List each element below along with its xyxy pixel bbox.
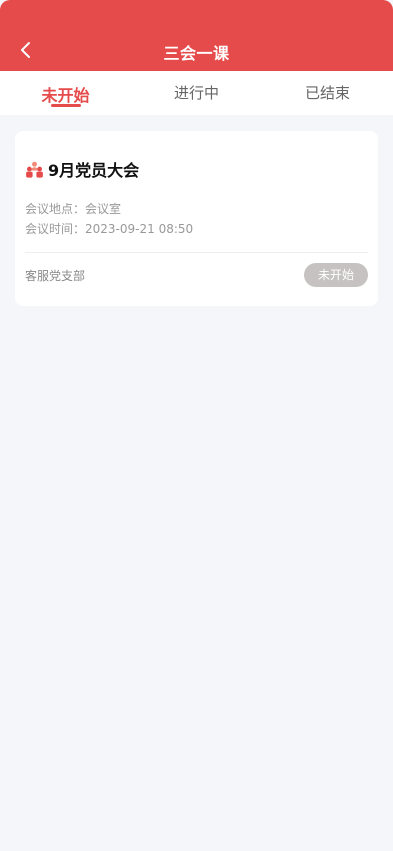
app-screen: 三会一课 未开始 进行中 已结束 9月党员大会 会议地点：会议室 会议时间：20… <box>0 0 393 851</box>
page-title: 三会一课 <box>163 44 230 63</box>
meeting-location: 会议地点：会议室 <box>25 200 121 217</box>
meeting-time: 会议时间：2023-09-21 08:50 <box>25 220 193 237</box>
meeting-title-row: 9月党员大会 <box>25 157 139 181</box>
tab-label: 进行中 <box>173 84 219 102</box>
tab-ended[interactable]: 已结束 <box>262 71 393 115</box>
header-bar: 三会一课 <box>0 0 393 71</box>
location-value: 会议室 <box>85 202 122 216</box>
tab-not-started[interactable]: 未开始 <box>0 71 131 115</box>
meeting-card[interactable]: 9月党员大会 会议地点：会议室 会议时间：2023-09-21 08:50 客服… <box>15 131 378 306</box>
location-label: 会议地点： <box>25 202 86 216</box>
tab-bar: 未开始 进行中 已结束 <box>0 71 393 115</box>
tab-active-indicator <box>50 104 81 107</box>
people-group-icon <box>26 161 43 178</box>
time-label: 会议时间： <box>25 222 86 236</box>
party-branch: 客服党支部 <box>25 269 86 283</box>
meeting-title: 9月党员大会 <box>48 161 140 180</box>
card-divider <box>25 252 368 253</box>
status-badge: 未开始 <box>304 263 368 287</box>
tab-in-progress[interactable]: 进行中 <box>131 71 262 115</box>
tab-label: 已结束 <box>304 84 350 102</box>
tab-label: 未开始 <box>41 86 90 105</box>
time-value: 2023-09-21 08:50 <box>85 222 194 236</box>
